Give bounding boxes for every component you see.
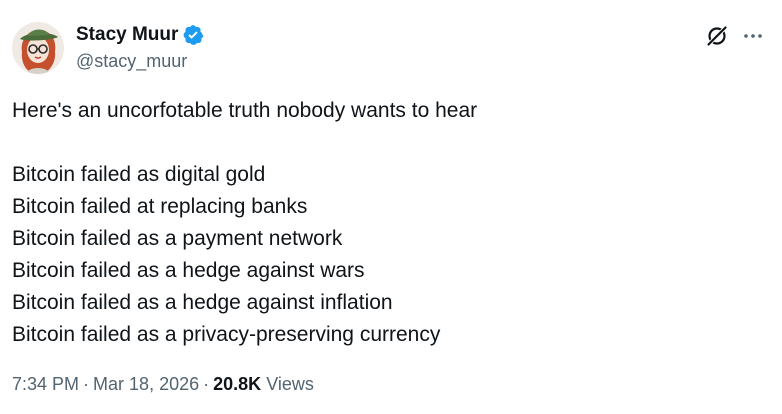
meta-separator: · [203, 374, 210, 394]
verified-badge-icon [182, 24, 204, 46]
tweet-line: Bitcoin failed as a hedge against inflat… [12, 291, 393, 314]
views-label: Views [266, 374, 314, 394]
avatar-illustration [12, 22, 64, 74]
tweet-line: Bitcoin failed as a payment network [12, 227, 343, 250]
tweet-date[interactable]: Mar 18, 2026 [93, 374, 199, 394]
avatar[interactable] [12, 22, 64, 74]
tweet-line: Bitcoin failed as a hedge against wars [12, 259, 365, 282]
author-display-name[interactable]: Stacy Muur [76, 24, 178, 46]
author-name-row: Stacy Muur [76, 24, 204, 46]
tweet-card: Stacy Muur @stacy_muur Here's an uncorfo… [0, 0, 782, 414]
tweet-intro: Here's an uncorfotable truth nobody want… [12, 99, 478, 122]
tweet-line: Bitcoin failed as digital gold [12, 163, 266, 186]
tweet-text: Here's an uncorfotable truth nobody want… [12, 95, 752, 351]
grok-icon[interactable] [705, 24, 729, 48]
tweet-line: Bitcoin failed as a privacy-preserving c… [12, 323, 441, 346]
tweet-line: Bitcoin failed at replacing banks [12, 195, 308, 218]
tweet-meta: 7:34 PM · Mar 18, 2026 · 20.8K Views [12, 372, 314, 396]
views-count[interactable]: 20.8K [213, 374, 261, 394]
more-options-icon[interactable] [741, 24, 765, 48]
tweet-time[interactable]: 7:34 PM [12, 374, 79, 394]
meta-separator: · [83, 374, 90, 394]
author-handle[interactable]: @stacy_muur [76, 51, 187, 71]
